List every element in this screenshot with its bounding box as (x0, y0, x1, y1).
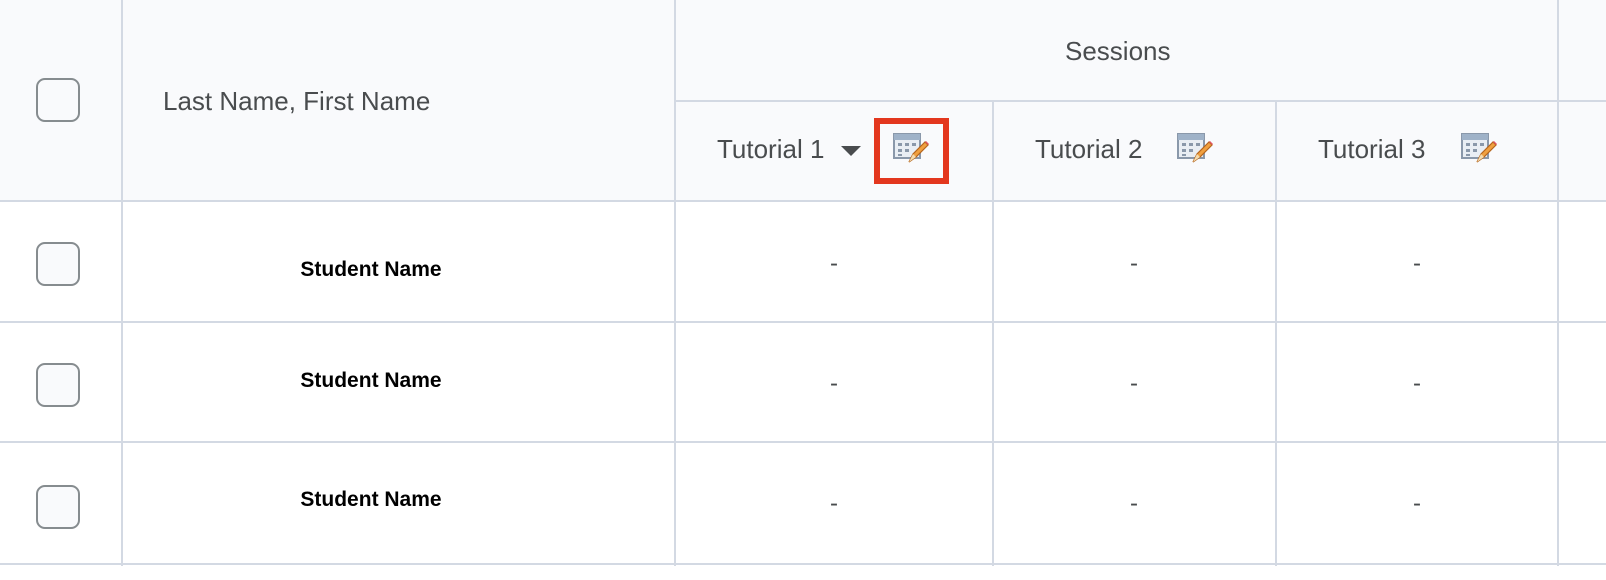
row-divider (0, 563, 1606, 565)
student-name[interactable]: Student Name (300, 369, 441, 393)
row-divider (0, 200, 1606, 202)
row-checkbox[interactable] (36, 363, 80, 407)
student-name[interactable]: Student Name (300, 488, 441, 512)
student-name[interactable]: Student Name (300, 258, 441, 282)
session-value[interactable]: - (1413, 252, 1421, 276)
edit-session-icon[interactable] (893, 132, 929, 166)
row-divider (0, 321, 1606, 323)
column-divider (674, 0, 676, 566)
session-header-tutorial-1[interactable]: Tutorial 1 (717, 134, 824, 164)
session-value[interactable]: - (1413, 492, 1421, 516)
name-column-header[interactable]: Last Name, First Name (163, 86, 430, 116)
session-value[interactable]: - (1413, 372, 1421, 396)
edit-session-icon[interactable] (1461, 132, 1497, 166)
attendance-table: Last Name, First Name Sessions Tutorial … (0, 0, 1606, 580)
edit-session-icon[interactable] (1177, 132, 1213, 166)
session-value[interactable]: - (1130, 372, 1138, 396)
column-divider (992, 101, 994, 566)
column-divider (1557, 0, 1559, 566)
session-value[interactable]: - (830, 252, 838, 276)
sessions-group-header: Sessions (1065, 36, 1171, 66)
row-divider (0, 441, 1606, 443)
select-all-checkbox[interactable] (36, 78, 80, 122)
chevron-down-icon[interactable] (841, 146, 861, 156)
session-value[interactable]: - (830, 372, 838, 396)
column-divider (1275, 101, 1277, 566)
session-value[interactable]: - (830, 492, 838, 516)
row-divider (675, 100, 1606, 102)
session-header-tutorial-3[interactable]: Tutorial 3 (1318, 134, 1425, 164)
session-header-tutorial-2[interactable]: Tutorial 2 (1035, 134, 1142, 164)
session-value[interactable]: - (1130, 492, 1138, 516)
session-value[interactable]: - (1130, 252, 1138, 276)
row-checkbox[interactable] (36, 242, 80, 286)
column-divider (121, 0, 123, 566)
row-checkbox[interactable] (36, 485, 80, 529)
